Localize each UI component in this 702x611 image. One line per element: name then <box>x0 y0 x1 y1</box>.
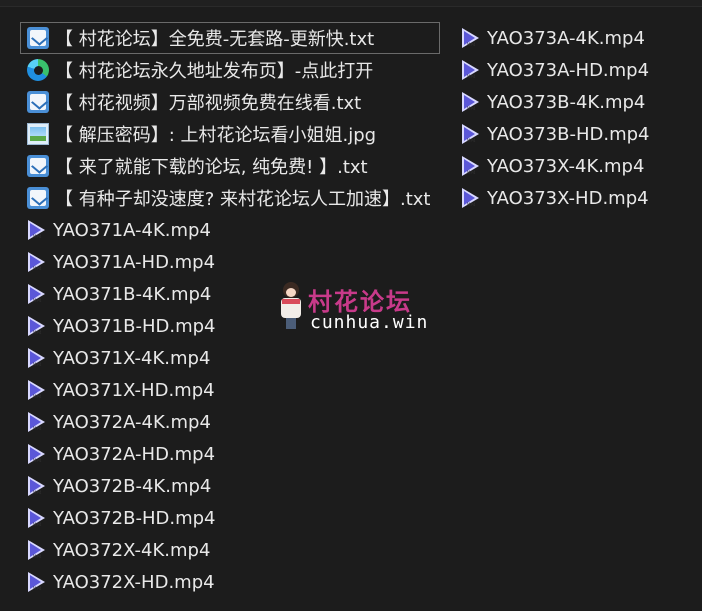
file-name: 【 解压密码】: 上村花论坛看小姐姐.jpg <box>55 125 377 146</box>
file-item[interactable]: 【 有种子却没速度? 来村花论坛人工加速】.txt <box>20 182 440 214</box>
file-name: YAO373X-HD.mp4 <box>487 187 649 209</box>
file-name: YAO371A-HD.mp4 <box>53 251 216 273</box>
file-name: YAO371X-4K.mp4 <box>53 347 211 369</box>
text-file-icon <box>27 27 49 49</box>
window-top-edge <box>0 0 702 7</box>
file-name: 【 有种子却没速度? 来村花论坛人工加速】.txt <box>55 189 431 210</box>
file-name: YAO373X-4K.mp4 <box>487 155 645 177</box>
file-item[interactable]: YAO373A-HD.mp4 <box>454 54 659 86</box>
file-name: YAO373A-HD.mp4 <box>487 59 650 81</box>
file-name: 【 来了就能下载的论坛, 纯免费! 】.txt <box>55 157 368 178</box>
file-item[interactable]: YAO372A-4K.mp4 <box>20 406 440 438</box>
file-item[interactable]: YAO371A-HD.mp4 <box>20 246 440 278</box>
file-item[interactable]: YAO371X-4K.mp4 <box>20 342 440 374</box>
video-file-icon <box>461 187 481 209</box>
file-item[interactable]: YAO371A-4K.mp4 <box>20 214 440 246</box>
file-name: YAO372B-HD.mp4 <box>53 507 216 529</box>
file-name: YAO373B-HD.mp4 <box>487 123 650 145</box>
file-item[interactable]: 【 村花论坛】全免费-无套路-更新快.txt <box>20 22 440 54</box>
file-item[interactable]: 【 村花论坛永久地址发布页】-点此打开 <box>20 54 440 86</box>
watermark-url: cunhua.win <box>310 312 429 333</box>
video-file-icon <box>27 539 47 561</box>
file-item[interactable]: YAO372B-HD.mp4 <box>20 502 440 534</box>
video-file-icon <box>27 219 47 241</box>
file-item[interactable]: YAO372X-HD.mp4 <box>20 566 440 598</box>
file-name: 【 村花论坛】全免费-无套路-更新快.txt <box>55 29 375 50</box>
edge-shortcut-icon <box>27 59 49 81</box>
file-name: YAO371X-HD.mp4 <box>53 379 215 401</box>
file-name: YAO372X-HD.mp4 <box>53 571 215 593</box>
video-file-icon <box>461 27 481 49</box>
file-item[interactable]: 【 村花视频】万部视频免费在线看.txt <box>20 86 440 118</box>
file-name: YAO372X-4K.mp4 <box>53 539 211 561</box>
video-file-icon <box>27 411 47 433</box>
file-item[interactable]: 【 来了就能下载的论坛, 纯免费! 】.txt <box>20 150 440 182</box>
video-file-icon <box>461 91 481 113</box>
video-file-icon <box>461 155 481 177</box>
file-item[interactable]: YAO373X-4K.mp4 <box>454 150 659 182</box>
file-name: YAO373A-4K.mp4 <box>487 27 645 49</box>
file-name: YAO373B-4K.mp4 <box>487 91 646 113</box>
file-name: YAO372A-HD.mp4 <box>53 443 216 465</box>
file-item[interactable]: YAO372B-4K.mp4 <box>20 470 440 502</box>
file-name: YAO371A-4K.mp4 <box>53 219 211 241</box>
file-item[interactable]: YAO371X-HD.mp4 <box>20 374 440 406</box>
file-item[interactable]: YAO373B-HD.mp4 <box>454 118 659 150</box>
video-file-icon <box>461 123 481 145</box>
video-file-icon <box>27 283 47 305</box>
video-file-icon <box>27 347 47 369</box>
file-item[interactable]: 【 解压密码】: 上村花论坛看小姐姐.jpg <box>20 118 440 150</box>
text-file-icon <box>27 187 49 209</box>
watermark: 村花论坛 cunhua.win <box>278 282 438 334</box>
file-name: YAO372B-4K.mp4 <box>53 475 212 497</box>
girl-mascot-icon <box>278 282 304 330</box>
file-name: YAO371B-HD.mp4 <box>53 315 216 337</box>
image-file-icon <box>27 123 49 145</box>
text-file-icon <box>27 155 49 177</box>
video-file-icon <box>27 251 47 273</box>
file-name: YAO371B-4K.mp4 <box>53 283 212 305</box>
file-item[interactable]: YAO373B-4K.mp4 <box>454 86 659 118</box>
file-item[interactable]: YAO372X-4K.mp4 <box>20 534 440 566</box>
file-item[interactable]: YAO373X-HD.mp4 <box>454 182 659 214</box>
video-file-icon <box>27 475 47 497</box>
video-file-icon <box>27 571 47 593</box>
file-name: 【 村花视频】万部视频免费在线看.txt <box>55 93 362 114</box>
file-list-column-2: YAO373A-4K.mp4 YAO373A-HD.mp4 YAO373B-4K.m… <box>454 22 659 214</box>
video-file-icon <box>27 507 47 529</box>
file-name: YAO372A-4K.mp4 <box>53 411 211 433</box>
file-item[interactable]: YAO372A-HD.mp4 <box>20 438 440 470</box>
video-file-icon <box>461 59 481 81</box>
video-file-icon <box>27 315 47 337</box>
file-item[interactable]: YAO373A-4K.mp4 <box>454 22 659 54</box>
video-file-icon <box>27 379 47 401</box>
file-name: 【 村花论坛永久地址发布页】-点此打开 <box>55 61 374 82</box>
text-file-icon <box>27 91 49 113</box>
video-file-icon <box>27 443 47 465</box>
